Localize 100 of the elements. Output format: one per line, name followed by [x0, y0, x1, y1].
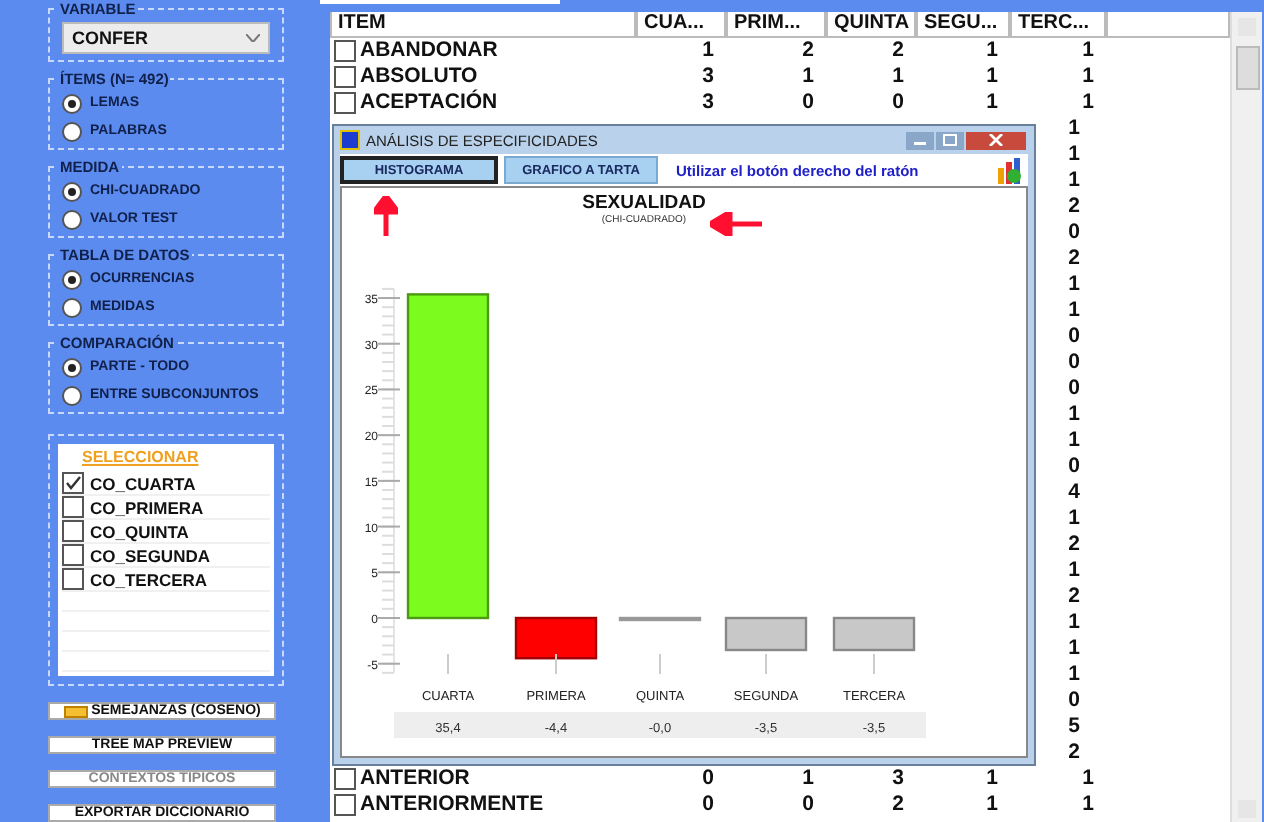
table-cell: 2 — [892, 38, 904, 64]
table-cell: 0 — [802, 792, 814, 818]
table-cell: 1 — [802, 64, 814, 90]
table-cell: 2 — [1068, 532, 1080, 558]
checkbox[interactable] — [334, 40, 356, 62]
list-item-label: CO_CUARTA — [90, 473, 196, 493]
table-cell: 3 — [892, 766, 904, 792]
app-icon — [340, 130, 360, 150]
table-cell-text: ABSOLUTO — [360, 64, 478, 89]
table-cell: 1 — [1082, 38, 1094, 64]
table-cell: 1 — [1068, 116, 1080, 142]
chart-bar — [618, 616, 702, 622]
list-item-label: CO_SEGUNDA — [90, 545, 210, 565]
table-cell: ANTERIOR — [360, 766, 470, 792]
table-cell: 1 — [1068, 142, 1080, 168]
axis-tick — [377, 388, 401, 391]
category-tick — [765, 653, 767, 675]
checkbox[interactable] — [334, 92, 356, 114]
column-header[interactable]: CUA... — [636, 12, 726, 38]
table-cell: 0 — [802, 90, 814, 116]
table-cell: 0 — [1068, 324, 1080, 350]
table-cell: 1 — [1082, 90, 1094, 116]
chart-title: SEXUALIDAD — [582, 194, 706, 214]
column-header[interactable]: TERC... — [1010, 12, 1106, 38]
category-tick — [447, 653, 449, 675]
table-cell: 1 — [1068, 662, 1080, 688]
checkbox[interactable] — [334, 66, 356, 88]
radio-button[interactable] — [62, 297, 82, 317]
variable-dropdown[interactable]: CONFER — [62, 22, 270, 54]
list-item-label: CO_PRIMERA — [90, 497, 204, 517]
list-item-label: CO_QUINTA — [90, 521, 189, 541]
table-cell: 2 — [1068, 584, 1080, 610]
axis-tick — [377, 297, 401, 300]
category-tick — [555, 653, 557, 675]
table-cell: 1 — [1068, 506, 1080, 532]
checkbox[interactable] — [334, 768, 356, 790]
checkbox[interactable] — [62, 544, 84, 566]
column-header[interactable]: PRIM... — [726, 12, 826, 38]
close-button[interactable] — [966, 131, 1026, 149]
table-cell: 1 — [702, 38, 714, 64]
checkbox[interactable] — [62, 568, 84, 590]
chart-bar — [832, 616, 916, 652]
table-cell: ANTERIORMENTE — [360, 792, 544, 818]
annotation-arrow — [710, 212, 762, 236]
chart-bar — [724, 616, 808, 652]
chart-bar — [514, 616, 598, 660]
table-cell: 0 — [1068, 220, 1080, 246]
table-cell: 0 — [892, 90, 904, 116]
axis-tick — [377, 434, 401, 437]
radio-button[interactable] — [62, 181, 82, 201]
axis-tick — [377, 342, 401, 345]
checkbox[interactable] — [334, 794, 356, 816]
table-cell: 1 — [802, 766, 814, 792]
list-item-label: CO_TERCERA — [90, 569, 208, 589]
table-cell: 1 — [1068, 636, 1080, 662]
list-title: SELECCIONAR — [80, 448, 201, 466]
table-cell: ACEPTACIÓN — [360, 90, 498, 116]
annotation-arrow — [374, 196, 398, 236]
radio-button[interactable] — [62, 357, 82, 377]
axis-tick — [377, 662, 401, 665]
column-header[interactable]: QUINTA — [826, 12, 916, 38]
table-cell: 0 — [1068, 350, 1080, 376]
column-header[interactable]: SEGU... — [916, 12, 1010, 38]
table-cell: 1 — [892, 64, 904, 90]
table-cell: 1 — [986, 766, 998, 792]
table-cell: 0 — [1068, 688, 1080, 714]
table-cell: 1 — [1082, 766, 1094, 792]
table-cell: 1 — [986, 90, 998, 116]
axis-tick — [377, 617, 401, 619]
axis-tick — [377, 525, 401, 528]
scroll-thumb[interactable] — [1236, 46, 1260, 90]
radio-button[interactable] — [62, 385, 82, 405]
table-cell: 1 — [986, 38, 998, 64]
table-cell: 1 — [1068, 428, 1080, 454]
radio-button[interactable] — [62, 269, 82, 289]
table-cell: 2 — [1068, 194, 1080, 220]
table-cell: 0 — [702, 766, 714, 792]
table-cell: 0 — [702, 792, 714, 818]
radio-button[interactable] — [62, 209, 82, 229]
checkbox[interactable] — [62, 520, 84, 542]
caret-icon — [246, 34, 260, 42]
maximize-icon — [942, 134, 958, 146]
checkbox[interactable] — [62, 472, 84, 494]
radio-button[interactable] — [62, 121, 82, 141]
table-cell: 1 — [1068, 558, 1080, 584]
chart-icon[interactable] — [998, 157, 1022, 183]
axis-tick — [377, 479, 401, 482]
category-tick — [659, 653, 661, 675]
scrollbar[interactable] — [1230, 12, 1262, 822]
column-header[interactable]: ITEM — [330, 12, 636, 38]
table-cell: 1 — [1068, 298, 1080, 324]
table-cell: 2 — [1068, 740, 1080, 766]
table-cell: 3 — [702, 64, 714, 90]
table-cell: 1 — [1068, 402, 1080, 428]
table-cell: 2 — [1068, 246, 1080, 272]
checkbox[interactable] — [62, 496, 84, 518]
table-cell: 0 — [1068, 376, 1080, 402]
radio-button[interactable] — [62, 93, 82, 113]
table-cell: 5 — [1068, 714, 1080, 740]
table-cell: 3 — [702, 90, 714, 116]
